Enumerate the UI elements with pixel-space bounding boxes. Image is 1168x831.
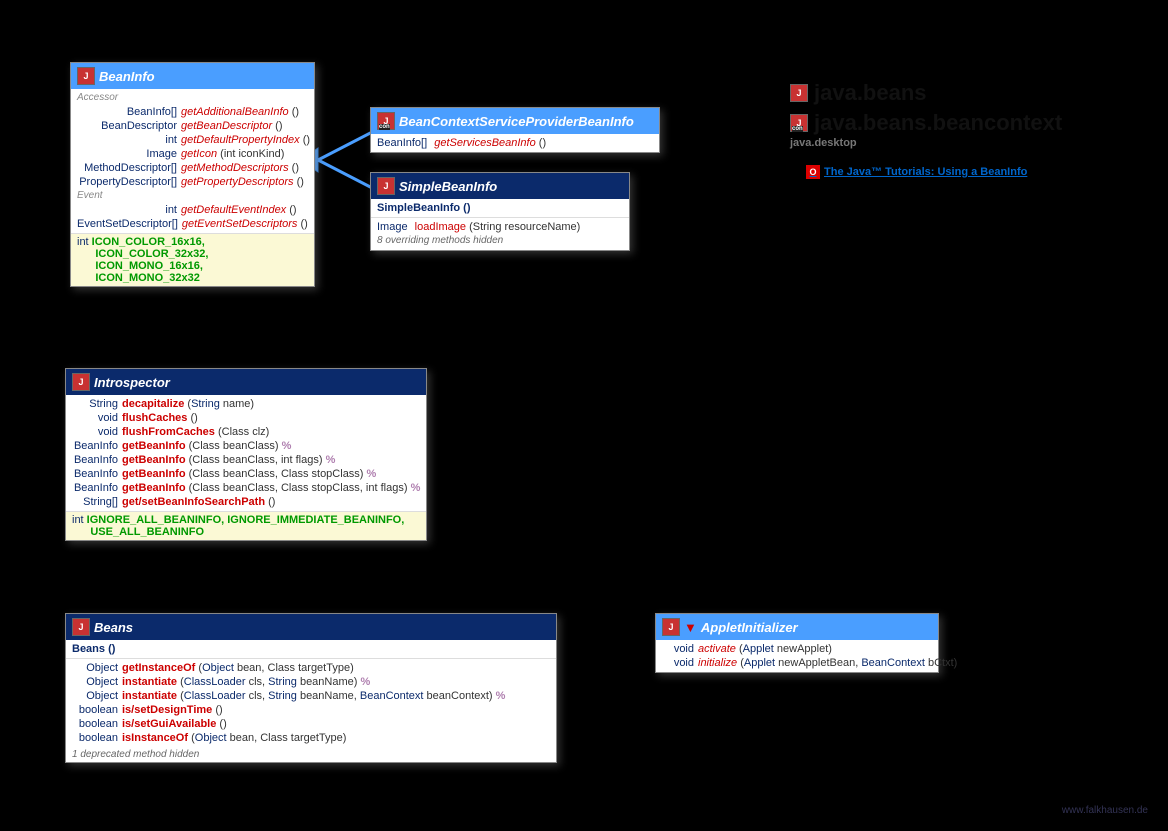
class-icon: J [662,618,680,636]
class-icon: J [377,112,395,130]
method-row: BeanInfogetBeanInfo (Class beanClass) % [72,439,420,453]
oracle-icon: O [806,165,820,179]
method-row: voidflushFromCaches (Class clz) [72,425,420,439]
package-title-2: J java.beans.beancontext [790,110,1062,136]
hidden-methods-note: 8 overriding methods hidden [377,234,623,248]
class-header: J BeanInfo [71,63,314,89]
class-box-beans[interactable]: J Beans Beans () ObjectgetInstanceOf (Ob… [65,613,557,763]
method-row: PropertyDescriptor[]getPropertyDescripto… [77,175,308,189]
hidden-methods-note: 1 deprecated method hidden [66,747,556,762]
constructor-row: SimpleBeanInfo () [377,201,623,215]
class-header: J SimpleBeanInfo [371,173,629,199]
method-row: Stringdecapitalize (String name) [72,397,420,411]
method-row: BeanInfo[] getServicesBeanInfo () [377,136,653,150]
method-row: Objectinstantiate (ClassLoader cls, Stri… [72,689,550,703]
tutorial-link[interactable]: O The Java™ Tutorials: Using a BeanInfo [806,165,1027,179]
class-header: J ▼ AppletInitializer [656,614,938,640]
method-row: booleanis/setDesignTime () [72,703,550,717]
method-row: ObjectgetInstanceOf (Object bean, Class … [72,661,550,675]
class-icon: J [72,618,90,636]
class-header: J BeanContextServiceProviderBeanInfo [371,108,659,134]
constructor-row: Beans () [72,642,550,656]
section-label: Event [77,189,308,203]
class-box-beaninfo[interactable]: J BeanInfo Accessor BeanInfo[]getAdditio… [70,62,315,287]
method-row: voidflushCaches () [72,411,420,425]
method-row: String[]get/setBeanInfoSearchPath () [72,495,420,509]
method-row: Objectinstantiate (ClassLoader cls, Stri… [72,675,550,689]
class-box-bcsp[interactable]: J BeanContextServiceProviderBeanInfo Bea… [370,107,660,153]
method-row: MethodDescriptor[]getMethodDescriptors (… [77,161,308,175]
method-row: voidinitialize (Applet newAppletBean, Be… [662,656,932,670]
method-row: BeanInfogetBeanInfo (Class beanClass, Cl… [72,467,420,481]
method-row: BeanDescriptorgetBeanDescriptor () [77,119,308,133]
class-box-simplebeaninfo[interactable]: J SimpleBeanInfo SimpleBeanInfo () Image… [370,172,630,251]
method-row: BeanInfo[]getAdditionalBeanInfo () [77,105,308,119]
constants-block: int IGNORE_ALL_BEANINFO, IGNORE_IMMEDIAT… [66,511,426,540]
method-row: ImagegetIcon (int iconKind) [77,147,308,161]
class-box-introspector[interactable]: J Introspector Stringdecapitalize (Strin… [65,368,427,541]
section-label: Accessor [77,91,308,105]
beancontext-icon: J [790,114,808,132]
constants-block: int ICON_COLOR_16x16, ICON_COLOR_32x32, … [71,233,314,286]
method-row: intgetDefaultPropertyIndex () [77,133,308,147]
method-row: voidactivate (Applet newApplet) [662,642,932,656]
module-label: java.desktop [790,137,857,149]
method-row: BeanInfogetBeanInfo (Class beanClass, Cl… [72,481,420,495]
method-row: Image loadImage (String resourceName) [377,220,623,234]
class-icon: J [77,67,95,85]
deprecated-marker-icon: ▼ [684,620,697,635]
class-box-appletinitializer[interactable]: J ▼ AppletInitializer voidactivate (Appl… [655,613,939,673]
package-title-1: J java.beans [790,80,927,106]
java-icon: J [790,84,808,102]
watermark: www.falkhausen.de [1062,805,1148,816]
method-row: intgetDefaultEventIndex () [77,203,308,217]
method-row: BeanInfogetBeanInfo (Class beanClass, in… [72,453,420,467]
class-icon: J [377,177,395,195]
class-header: J Beans [66,614,556,640]
method-row: EventSetDescriptor[]getEventSetDescripto… [77,217,308,231]
class-icon: J [72,373,90,391]
method-row: booleanis/setGuiAvailable () [72,717,550,731]
class-header: J Introspector [66,369,426,395]
method-row: booleanisInstanceOf (Object bean, Class … [72,731,550,745]
